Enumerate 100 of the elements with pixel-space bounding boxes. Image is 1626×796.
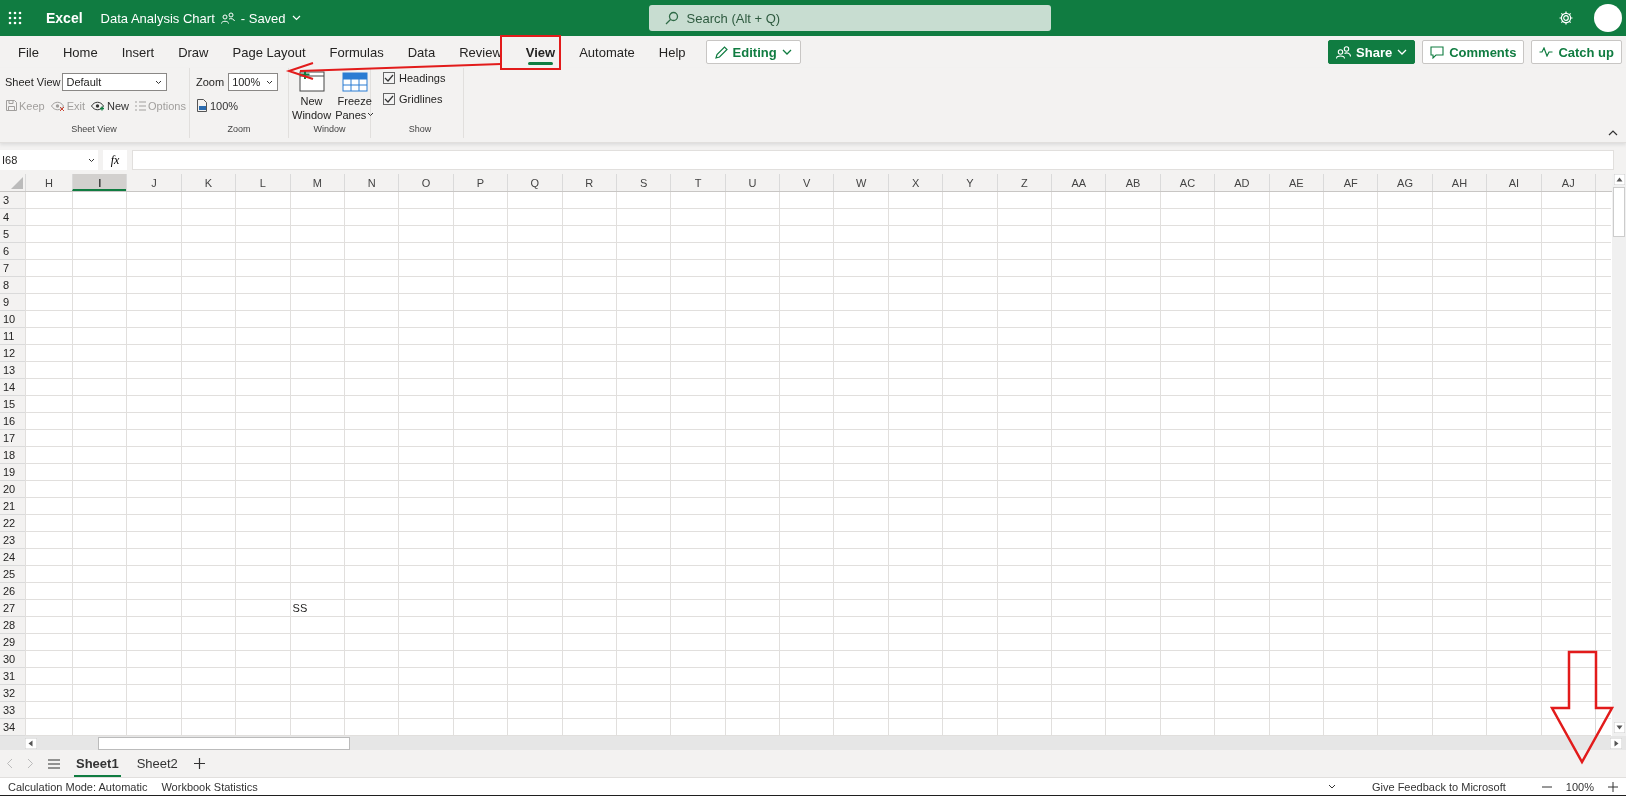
sheet-tab[interactable]: Sheet1 — [74, 750, 121, 777]
row-header[interactable]: 32 — [0, 685, 25, 702]
column-header[interactable]: R — [561, 174, 616, 191]
share-button[interactable]: Share — [1328, 40, 1416, 64]
column-header[interactable]: K — [180, 174, 236, 191]
row-header[interactable]: 23 — [0, 532, 25, 549]
row-header[interactable]: 19 — [0, 464, 25, 481]
row-header[interactable]: 34 — [0, 719, 25, 736]
row-header[interactable]: 16 — [0, 413, 25, 430]
show-option[interactable]: Gridlines — [383, 89, 457, 108]
row-header[interactable]: 11 — [0, 328, 25, 345]
column-header[interactable]: AJ — [1540, 174, 1595, 191]
row-header[interactable]: 4 — [0, 209, 25, 226]
column-header[interactable]: U — [724, 174, 780, 191]
scroll-down-icon[interactable] — [1613, 722, 1625, 733]
row-header[interactable]: 6 — [0, 243, 25, 260]
ribbon-tab[interactable]: File — [6, 38, 51, 66]
row-header[interactable]: 18 — [0, 447, 25, 464]
row-header[interactable]: 20 — [0, 481, 25, 498]
column-header[interactable]: J — [126, 174, 181, 191]
row-header[interactable]: 5 — [0, 226, 25, 243]
column-header[interactable]: S — [615, 174, 671, 191]
column-header[interactable]: N — [343, 174, 399, 191]
checkbox[interactable] — [383, 71, 395, 84]
row-header[interactable]: 8 — [0, 277, 25, 294]
select-all-icon[interactable] — [11, 177, 23, 189]
scroll-up-icon[interactable] — [1613, 174, 1625, 185]
insert-function-button[interactable]: fx — [103, 150, 127, 170]
ribbon-tab[interactable]: Formulas — [317, 38, 396, 66]
search-field[interactable]: Search (Alt + Q) — [648, 5, 1051, 31]
checkbox[interactable] — [383, 92, 395, 105]
add-sheet-icon[interactable] — [193, 758, 205, 769]
save-status[interactable]: - Saved — [240, 10, 286, 26]
row-header[interactable]: 25 — [0, 566, 25, 583]
column-header[interactable]: Y — [942, 174, 997, 191]
column-header[interactable]: M — [289, 174, 344, 191]
column-header[interactable]: AI — [1486, 174, 1541, 191]
row-header[interactable]: 30 — [0, 651, 25, 668]
column-header[interactable]: Q — [507, 174, 562, 191]
scroll-left-icon[interactable] — [25, 737, 37, 749]
collapse-ribbon-icon[interactable] — [1608, 130, 1618, 136]
zoom-100-button[interactable]: 100% — [196, 99, 242, 112]
app-launcher-icon[interactable] — [8, 11, 22, 25]
row-header[interactable]: 9 — [0, 294, 25, 311]
row-header[interactable]: 21 — [0, 498, 25, 515]
row-header[interactable]: 14 — [0, 379, 25, 396]
scroll-thumb[interactable] — [98, 736, 350, 750]
grid-cell[interactable]: SS — [289, 600, 344, 617]
ribbon-tab[interactable]: Review — [447, 38, 514, 66]
avatar-icon[interactable] — [1594, 4, 1622, 32]
ribbon-tab[interactable]: Automate — [567, 38, 647, 66]
ribbon-tab[interactable]: Home — [50, 38, 110, 66]
comments-button[interactable]: Comments — [1422, 40, 1525, 64]
settings-icon[interactable] — [1558, 10, 1574, 26]
ribbon-tab[interactable]: Page Layout — [220, 38, 318, 66]
freeze-panes-button[interactable]: Freeze Panes — [334, 68, 376, 124]
next-sheet-icon[interactable] — [27, 758, 34, 769]
show-option[interactable]: Headings — [383, 68, 457, 87]
feedback-link[interactable]: Give Feedback to Microsoft — [1371, 780, 1506, 793]
column-header[interactable]: X — [887, 174, 943, 191]
row-header[interactable]: 15 — [0, 396, 25, 413]
row-header[interactable]: 22 — [0, 515, 25, 532]
sheet-view-button[interactable]: New — [90, 99, 133, 112]
scroll-thumb[interactable] — [1613, 187, 1625, 237]
horizontal-scrollbar[interactable] — [0, 736, 1626, 750]
row-header[interactable]: 31 — [0, 668, 25, 685]
row-header[interactable]: 17 — [0, 430, 25, 447]
row-header[interactable]: 24 — [0, 549, 25, 566]
catch-up-button[interactable]: Catch up — [1531, 40, 1622, 64]
menu-icon[interactable] — [48, 758, 60, 769]
column-header[interactable]: AD — [1214, 174, 1269, 191]
column-header[interactable]: T — [670, 174, 725, 191]
row-header[interactable]: 3 — [0, 192, 25, 209]
column-header[interactable]: P — [452, 174, 508, 191]
column-header[interactable]: AF — [1323, 174, 1378, 191]
new-window-button[interactable]: New Window — [291, 68, 333, 124]
column-header[interactable]: AA — [1051, 174, 1106, 191]
column-header[interactable]: L — [235, 174, 290, 191]
row-header[interactable]: 27 — [0, 600, 25, 617]
column-header[interactable]: O — [398, 174, 453, 191]
column-header[interactable]: AC — [1159, 174, 1215, 191]
status-item[interactable]: Workbook Statistics — [161, 780, 258, 793]
column-header[interactable]: AE — [1268, 174, 1323, 191]
editing-button[interactable]: Editing — [705, 40, 801, 64]
status-item[interactable]: Calculation Mode: Automatic — [8, 780, 148, 793]
row-header[interactable]: 33 — [0, 702, 25, 719]
name-box[interactable]: I68 — [0, 150, 98, 170]
ribbon-tab[interactable]: Draw — [166, 38, 221, 66]
row-header[interactable]: 10 — [0, 311, 25, 328]
row-header[interactable]: 26 — [0, 583, 25, 600]
ribbon-tab[interactable]: Data — [395, 38, 448, 66]
ribbon-tab[interactable]: View — [513, 38, 568, 66]
column-header[interactable]: W — [833, 174, 888, 191]
vertical-scrollbar[interactable] — [1612, 174, 1626, 736]
row-header[interactable]: 7 — [0, 260, 25, 277]
zoom-level[interactable]: 100% — [1565, 780, 1594, 793]
formula-input[interactable] — [132, 150, 1614, 170]
previous-sheet-icon[interactable] — [6, 758, 13, 769]
ribbon-tab[interactable]: Insert — [109, 38, 167, 66]
sheet-view-dropdown[interactable]: Default — [62, 72, 168, 91]
